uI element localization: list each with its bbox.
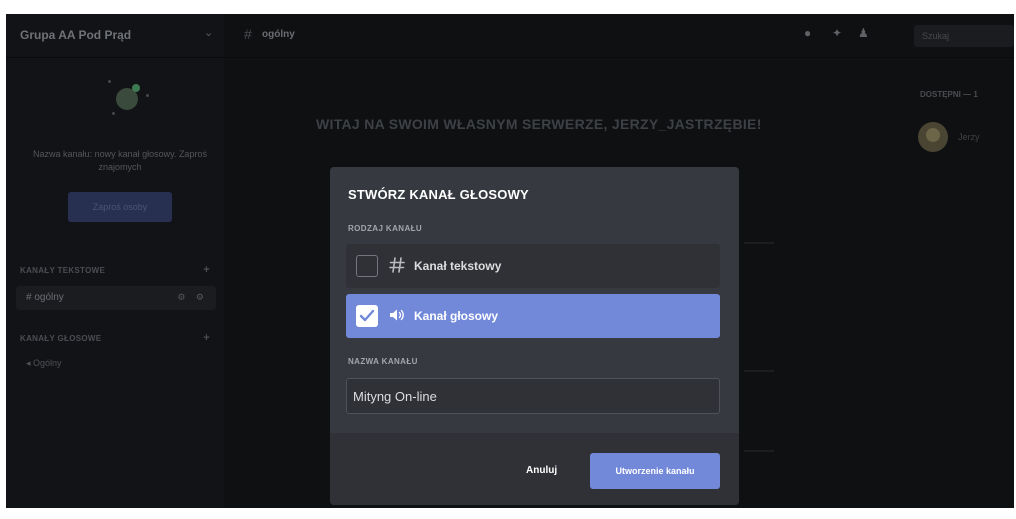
modal-title: STWÓRZ KANAŁ GŁOSOWY [348, 187, 529, 202]
channel-name-input[interactable]: Mityng On-line [346, 378, 720, 414]
channel-topbar: # ogólny ● ✦ ♟ Szukaj [224, 14, 1014, 58]
voice-channels-category[interactable]: KANAŁY GŁOSOWE + [20, 332, 214, 348]
hash-icon: # [244, 26, 252, 42]
channel-sidebar: Grupa AA Pod Prąd ⌄ Nazwa kanału: nowy k… [6, 14, 224, 508]
cancel-button[interactable]: Anuluj [526, 465, 557, 476]
channel-name-label: NAZWA KANAŁU [348, 357, 418, 366]
background-divider [744, 450, 774, 452]
pin-icon[interactable]: ✦ [832, 26, 842, 40]
channel-type-option-voice[interactable]: Kanał głosowy [346, 294, 720, 338]
channel-label: ogólny [34, 292, 64, 303]
background-divider [744, 370, 774, 372]
sidebar-item-voice-channel[interactable]: ◂ Ogólny [26, 358, 62, 369]
add-channel-icon[interactable]: + [203, 332, 210, 344]
checkmark-icon [359, 309, 375, 322]
search-input[interactable]: Szukaj [914, 25, 1014, 47]
chevron-down-icon[interactable]: ⌄ [204, 26, 213, 39]
speaker-icon: ◂ [26, 358, 34, 368]
background-divider [744, 242, 774, 244]
create-channel-button[interactable]: Utworzenie kanału [590, 453, 720, 489]
invite-button[interactable]: Zaproś osoby [68, 192, 172, 222]
speaker-icon [388, 306, 406, 324]
category-label: KANAŁY TEKSTOWE [20, 266, 106, 275]
members-icon[interactable]: ♟ [858, 26, 869, 40]
welcome-text: Nazwa kanału: nowy kanał głosowy. Zaproś… [33, 149, 207, 172]
channel-label: Ogólny [33, 358, 62, 368]
checkbox[interactable] [356, 305, 378, 327]
option-label: Kanał tekstowy [414, 259, 502, 273]
checkbox[interactable] [356, 255, 378, 277]
welcome-illustration-icon [106, 74, 152, 120]
server-header[interactable]: Grupa AA Pod Prąd ⌄ [6, 14, 224, 58]
text-channels-category[interactable]: KANAŁY TEKSTOWE + [20, 264, 214, 280]
hash-icon [388, 256, 406, 274]
channel-type-label: RODZAJ KANAŁU [348, 224, 423, 233]
member-name[interactable]: Jerzy [958, 132, 980, 142]
channel-settings-icon[interactable]: ⚙ ⚙ [177, 292, 208, 303]
channel-type-option-text[interactable]: Kanał tekstowy [346, 244, 720, 288]
topbar-channel-name: ogólny [262, 29, 295, 40]
bell-icon[interactable]: ● [804, 26, 811, 40]
add-channel-icon[interactable]: + [203, 264, 210, 276]
create-channel-modal: STWÓRZ KANAŁ GŁOSOWY RODZAJ KANAŁU Kanał… [330, 167, 739, 505]
category-label: KANAŁY GŁOSOWE [20, 334, 102, 343]
avatar[interactable] [918, 122, 948, 152]
sidebar-item-text-channel[interactable]: # ogólny ⚙ ⚙ [16, 286, 216, 310]
server-name: Grupa AA Pod Prąd [20, 28, 132, 42]
option-label: Kanał głosowy [414, 309, 499, 323]
main-welcome-heading: WITAJ NA SWOIM WŁASNYM SERWERZE, JERZY_J… [316, 116, 762, 132]
members-heading: DOSTĘPNI — 1 [920, 90, 978, 99]
modal-footer: Anuluj Utworzenie kanału [330, 433, 739, 505]
